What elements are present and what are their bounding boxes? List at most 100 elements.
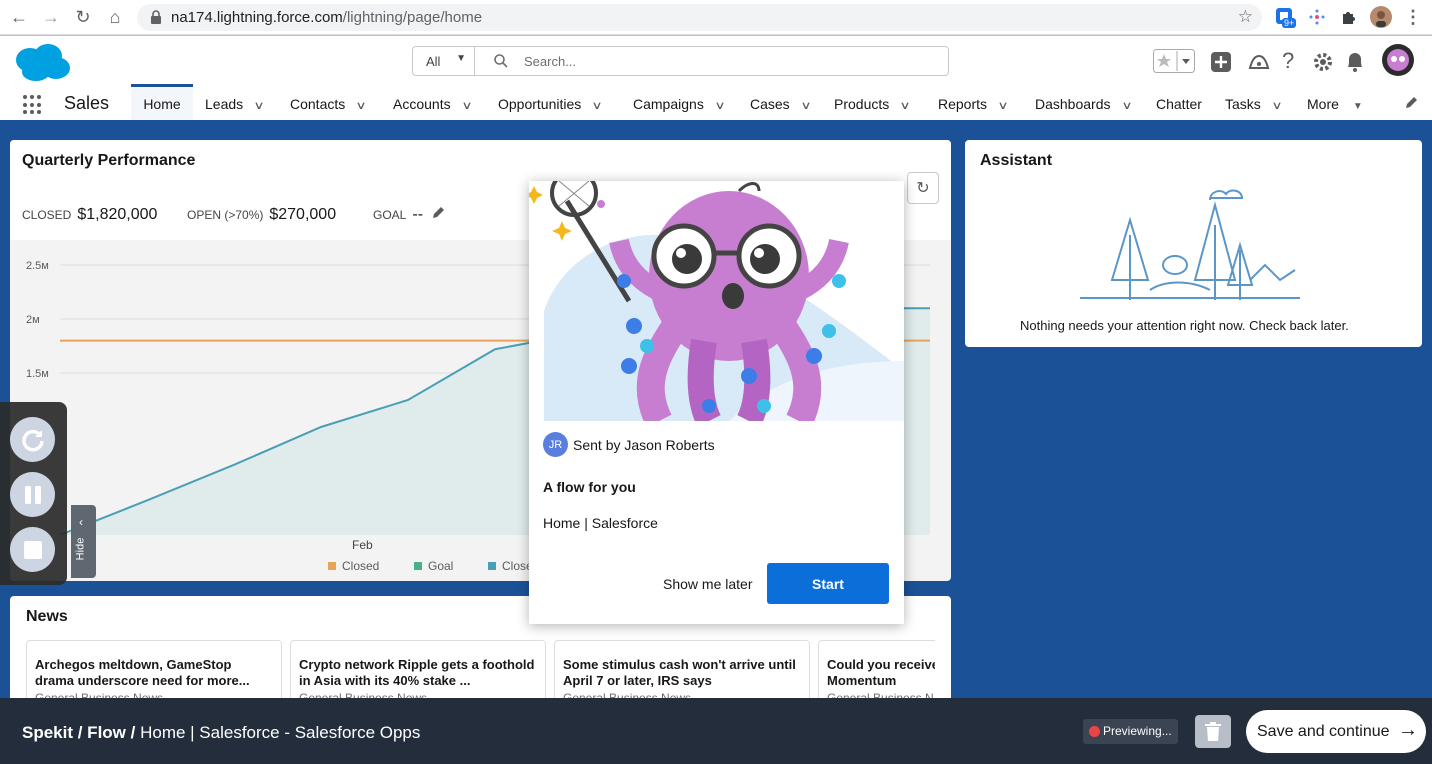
- tab-accounts[interactable]: Accounts ∨: [393, 84, 472, 120]
- spekit-bottom-bar: Spekit / Flow / Home | Salesforce - Sale…: [0, 698, 1432, 764]
- save-and-continue-button[interactable]: Save and continue →: [1246, 710, 1426, 753]
- card-title: News: [26, 608, 68, 625]
- legend-label: Closed: [342, 559, 379, 573]
- chevron-down-icon[interactable]: ∨: [900, 99, 911, 112]
- kpi-value: $270,000: [269, 206, 337, 223]
- hide-panel-toggle[interactable]: ‹ Hide: [71, 505, 96, 578]
- tab-home[interactable]: Home: [131, 84, 193, 120]
- puzzle-icon[interactable]: [1338, 6, 1360, 28]
- tab-opportunities[interactable]: Opportunities ∨: [498, 84, 603, 120]
- chevron-down-icon[interactable]: ∨: [592, 99, 603, 112]
- chevron-left-icon: ‹: [79, 515, 83, 529]
- url-text: na174.lightning.force.com/lightning/page…: [171, 9, 482, 26]
- breadcrumb: Spekit / Flow / Home | Salesforce - Sale…: [22, 723, 420, 743]
- chevron-down-icon[interactable]: ∨: [254, 99, 265, 112]
- assistant-empty-text: Nothing needs your attention right now. …: [1020, 318, 1349, 333]
- tab-label: Cases: [750, 96, 790, 112]
- back-icon[interactable]: ←: [8, 6, 30, 28]
- tab-label: Products: [834, 96, 890, 112]
- app-name: Sales: [64, 93, 110, 113]
- tab-label: Accounts: [393, 96, 451, 112]
- edit-goal-pencil-icon[interactable]: [431, 206, 445, 220]
- global-search: All ▼ Search...: [412, 46, 949, 76]
- home-icon[interactable]: ⌂: [104, 6, 126, 28]
- app-launcher-icon[interactable]: [23, 95, 43, 115]
- salesforce-header: All ▼ Search... ? Sales Home Leads ∨ Conta…: [0, 36, 1432, 123]
- address-bar[interactable]: na174.lightning.force.com/lightning/page…: [137, 4, 1262, 31]
- sparkle-extension-icon[interactable]: [1306, 6, 1328, 28]
- tab-campaigns[interactable]: Campaigns ∨: [633, 84, 726, 120]
- news-headline: Archegos meltdown, GameStop drama unders…: [35, 657, 250, 688]
- favorites-icon[interactable]: [1153, 49, 1195, 73]
- tab-products[interactable]: Products ∨: [834, 84, 911, 120]
- start-button[interactable]: Start: [767, 563, 889, 604]
- tab-label: More: [1307, 96, 1339, 112]
- reload-icon[interactable]: ↻: [72, 6, 94, 28]
- bookmark-star-icon[interactable]: ☆: [1238, 7, 1253, 27]
- url-path: /lightning/page/home: [342, 9, 483, 26]
- sender-text: Sent by Jason Roberts: [573, 436, 715, 453]
- search-scope-value: All: [426, 54, 441, 69]
- profile-avatar[interactable]: [1370, 6, 1392, 28]
- app-nav-bar: Sales Home Leads ∨ Contacts ∨ Accounts ∨ Op…: [0, 84, 1432, 123]
- search-icon: [494, 54, 508, 68]
- tab-tasks[interactable]: Tasks ∨: [1225, 84, 1282, 120]
- delete-button[interactable]: [1195, 715, 1231, 748]
- tab-chatter[interactable]: Chatter: [1156, 84, 1202, 120]
- stop-icon: [23, 540, 42, 559]
- chevron-down-icon[interactable]: ∨: [1121, 99, 1132, 112]
- chevron-down-icon[interactable]: ∨: [800, 99, 811, 112]
- y-tick-label: 2м: [26, 314, 40, 326]
- chevron-down-icon[interactable]: ∨: [1271, 99, 1282, 112]
- save-label: Save and continue: [1257, 722, 1390, 740]
- salesforce-logo[interactable]: [12, 42, 72, 82]
- breadcrumb-prefix: Spekit / Flow /: [22, 723, 136, 742]
- previewing-status: Previewing...: [1083, 719, 1178, 744]
- flow-subtitle: Home | Salesforce: [543, 515, 658, 531]
- help-icon[interactable]: ?: [1282, 48, 1302, 73]
- tab-reports[interactable]: Reports ∨: [938, 84, 1009, 120]
- search-input[interactable]: Search...: [524, 54, 576, 69]
- refresh-chart-button[interactable]: ↻: [907, 172, 939, 204]
- stop-button[interactable]: [10, 527, 55, 572]
- restart-icon: [21, 429, 44, 451]
- sender-avatar: JR: [543, 432, 568, 457]
- chevron-down-icon[interactable]: ∨: [461, 99, 472, 112]
- recording-dot-icon: [1089, 726, 1100, 737]
- user-avatar[interactable]: [1382, 44, 1414, 76]
- tab-cases[interactable]: Cases ∨: [750, 84, 811, 120]
- chevron-down-icon[interactable]: ∨: [714, 99, 725, 112]
- edit-nav-pencil-icon[interactable]: [1404, 96, 1418, 110]
- caret-down-icon: ▼: [456, 53, 466, 64]
- trailhead-icon[interactable]: [1247, 50, 1271, 74]
- y-tick-label: 2.5м: [26, 260, 49, 272]
- kebab-menu-icon[interactable]: ⋮: [1402, 6, 1424, 28]
- tab-dashboards[interactable]: Dashboards ∨: [1035, 84, 1132, 120]
- legend-swatch: [414, 562, 422, 570]
- caret-down-icon: ▼: [1352, 101, 1363, 112]
- octopus-illustration: [529, 181, 904, 421]
- tab-label: Reports: [938, 96, 988, 112]
- tab-leads[interactable]: Leads ∨: [205, 84, 265, 120]
- legend-swatch: [488, 562, 496, 570]
- global-actions-icon[interactable]: [1209, 50, 1233, 74]
- chevron-down-icon[interactable]: ∨: [356, 99, 367, 112]
- gear-icon[interactable]: [1311, 50, 1335, 74]
- kpi-label: CLOSED: [22, 208, 72, 222]
- tab-more[interactable]: More ▼: [1307, 84, 1363, 120]
- pause-button[interactable]: [10, 472, 55, 517]
- tab-contacts[interactable]: Contacts ∨: [290, 84, 367, 120]
- card-title: Quarterly Performance: [22, 152, 196, 169]
- card-title: Assistant: [980, 152, 1053, 169]
- show-me-later-button[interactable]: Show me later: [663, 576, 752, 592]
- spekit-control-panel: [0, 402, 67, 585]
- tab-label: Dashboards: [1035, 96, 1111, 112]
- restart-button[interactable]: [10, 417, 55, 462]
- notifications-bell-icon[interactable]: [1344, 50, 1366, 74]
- search-scope-select[interactable]: All ▼: [413, 47, 475, 75]
- assistant-card: Assistant Nothing needs your attention r…: [965, 140, 1422, 347]
- forward-icon[interactable]: →: [40, 6, 62, 28]
- previewing-label: Previewing...: [1103, 724, 1172, 738]
- empty-state-illustration: [1080, 189, 1300, 300]
- chevron-down-icon[interactable]: ∨: [997, 99, 1008, 112]
